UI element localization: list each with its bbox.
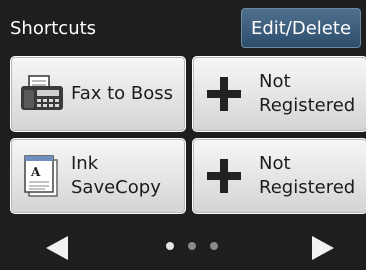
page-dot-2 <box>188 242 196 250</box>
page-dot-1-active <box>166 242 174 250</box>
shortcut-tile-ink-savecopy[interactable]: A Ink SaveCopy <box>10 138 186 214</box>
svg-text:A: A <box>30 165 41 179</box>
plus-icon <box>207 159 241 193</box>
tile-label-line2: Registered <box>259 177 356 198</box>
fax-icon <box>21 75 63 110</box>
tile-label-line1: Not <box>259 153 291 174</box>
tile-label-line1: Not <box>259 71 291 92</box>
header-bar: Shortcuts Edit/Delete <box>0 0 366 52</box>
right-arrow-icon[interactable] <box>312 236 334 260</box>
page-dot-3 <box>210 242 218 250</box>
plus-icon <box>207 77 241 111</box>
shortcut-tile-not-registered-2[interactable]: Not Registered <box>192 138 366 214</box>
shortcut-tile-fax-to-boss[interactable]: Fax to Boss <box>10 56 186 132</box>
tile-label-line1: Ink <box>71 153 99 174</box>
tile-label-line2: Registered <box>259 95 356 116</box>
shortcuts-screen: Shortcuts Edit/Delete Fax to Boss Not Re… <box>0 0 366 270</box>
edit-delete-button[interactable]: Edit/Delete <box>241 8 361 48</box>
page-title: Shortcuts <box>10 18 97 39</box>
tile-label: Not Registered <box>259 70 355 118</box>
shortcut-tile-not-registered-1[interactable]: Not Registered <box>192 56 366 132</box>
tile-label: Ink SaveCopy <box>71 152 161 200</box>
left-arrow-icon[interactable] <box>46 236 68 260</box>
tile-label: Not Registered <box>259 152 355 200</box>
tile-label-line2: SaveCopy <box>71 177 161 198</box>
tile-label: Fax to Boss <box>71 83 174 104</box>
document-icon: A <box>24 155 58 197</box>
